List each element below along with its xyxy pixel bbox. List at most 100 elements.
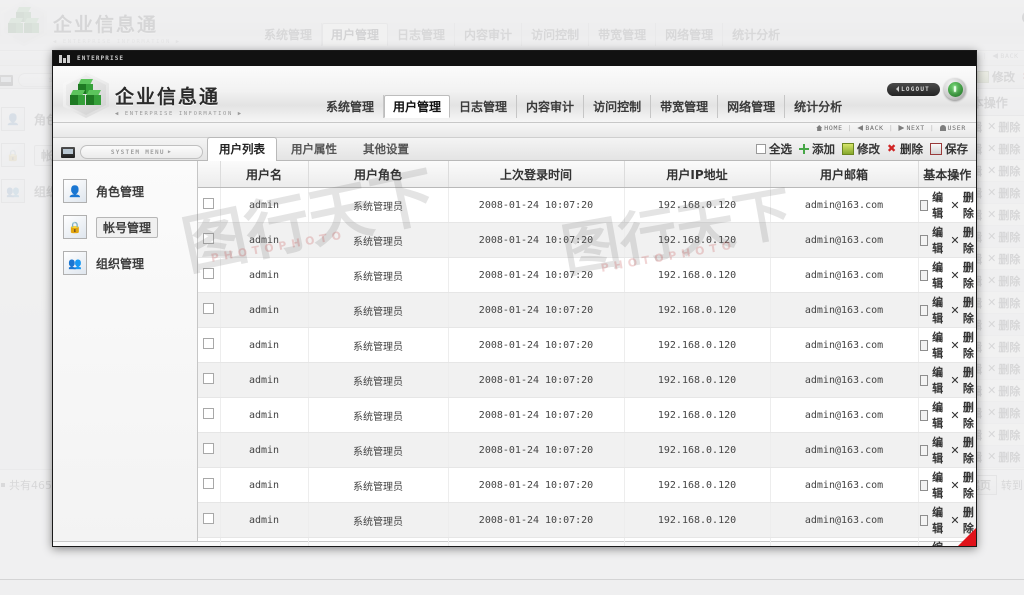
quicklink-user[interactable]: USER: [939, 124, 966, 132]
quicklink-home[interactable]: HOME: [816, 124, 842, 132]
row-checkbox-cell[interactable]: [198, 467, 221, 503]
row-checkbox[interactable]: [203, 303, 215, 314]
row-checkbox-cell[interactable]: [198, 537, 221, 546]
row-checkbox[interactable]: [203, 233, 215, 244]
row-checkbox[interactable]: [203, 408, 215, 419]
close-icon: ✕: [987, 362, 997, 375]
row-delete-button: ✕ 删除: [987, 450, 1021, 464]
row-delete-button[interactable]: ✕删除: [950, 224, 975, 256]
row-edit-button[interactable]: 编辑: [919, 329, 946, 361]
row-checkbox-cell[interactable]: [198, 257, 221, 293]
sidebar-item-organization[interactable]: 👥 组织管理: [53, 245, 197, 281]
row-checkbox[interactable]: [203, 338, 215, 349]
header-role[interactable]: 用户角色: [308, 161, 449, 188]
table-row[interactable]: admin系统管理员2008-01-24 10:07:20192.168.0.1…: [198, 362, 976, 398]
header-last-login[interactable]: 上次登录时间: [448, 161, 625, 188]
cell-role: 系统管理员: [308, 292, 449, 328]
row-edit-button[interactable]: 编辑: [919, 364, 946, 396]
row-checkbox-cell[interactable]: [198, 327, 221, 363]
nav-item-user: 用户管理: [322, 23, 389, 46]
row-delete-button[interactable]: ✕删除: [950, 329, 975, 361]
quicklink-next[interactable]: NEXT: [898, 124, 924, 132]
table-row[interactable]: admin系统管理员2008-01-24 10:07:20192.168.0.1…: [198, 432, 976, 468]
nav-item-user[interactable]: 用户管理: [384, 95, 451, 118]
table-row[interactable]: admin系统管理员2008-01-24 10:07:20192.168.0.1…: [198, 327, 976, 363]
row-checkbox-cell[interactable]: [198, 222, 221, 258]
row-checkbox[interactable]: [203, 373, 215, 384]
sidebar-item-account[interactable]: 🔒 帐号管理: [53, 209, 197, 245]
logout-button[interactable]: LOGOUT: [887, 82, 940, 96]
add-button[interactable]: 添加: [799, 141, 835, 157]
row-edit-button[interactable]: 编辑: [919, 224, 946, 256]
cell-operations: 编辑✕删除: [918, 292, 976, 328]
quicklink-back[interactable]: BACK: [857, 124, 883, 132]
cell-username: admin: [220, 362, 309, 398]
table-row[interactable]: admin系统管理员2008-01-24 10:07:20192.168.0.1…: [198, 397, 976, 433]
header-email[interactable]: 用户邮箱: [770, 161, 919, 188]
nav-item-bandwidth[interactable]: 带宽管理: [651, 95, 719, 118]
row-checkbox-cell[interactable]: [198, 362, 221, 398]
row-delete-button[interactable]: ✕删除: [950, 364, 975, 396]
row-delete-button[interactable]: ✕删除: [950, 189, 975, 221]
tab-user-list[interactable]: 用户列表: [207, 137, 277, 161]
modify-button[interactable]: 修改: [842, 141, 880, 157]
row-delete-button[interactable]: ✕删除: [950, 434, 975, 466]
nav-item-log[interactable]: 日志管理: [450, 95, 518, 118]
nav-item-access-control[interactable]: 访问控制: [584, 95, 652, 118]
row-checkbox-cell[interactable]: [198, 187, 221, 223]
row-edit-button[interactable]: 编辑: [919, 434, 946, 466]
organization-icon: 👥: [1, 179, 25, 203]
nav-item-content-audit[interactable]: 内容审计: [517, 95, 585, 118]
nav-item-system[interactable]: 系统管理: [317, 95, 385, 118]
row-edit-button[interactable]: 编辑: [919, 259, 946, 291]
select-all-checkbox[interactable]: [756, 144, 766, 154]
row-edit-button[interactable]: 编辑: [919, 399, 946, 431]
power-icon[interactable]: [944, 78, 966, 100]
row-checkbox-cell[interactable]: [198, 292, 221, 328]
row-checkbox[interactable]: [203, 513, 215, 524]
close-icon: ✕: [950, 303, 960, 317]
cell-operations: 编辑✕删除: [918, 397, 976, 433]
row-delete-button[interactable]: ✕删除: [950, 294, 975, 326]
row-delete-button: ✕ 删除: [987, 164, 1021, 178]
row-checkbox[interactable]: [203, 443, 215, 454]
row-checkbox[interactable]: [203, 198, 215, 209]
row-checkbox-cell[interactable]: [198, 397, 221, 433]
nav-item-statistics[interactable]: 统计分析: [785, 95, 851, 118]
table-row[interactable]: admin系统管理员2008-01-24 10:07:20192.168.0.1…: [198, 502, 976, 538]
nav-item-network[interactable]: 网络管理: [718, 95, 786, 118]
cell-username: admin: [220, 397, 309, 433]
table-row[interactable]: admin系统管理员2008-01-24 10:07:20192.168.0.1…: [198, 537, 976, 546]
row-delete-button[interactable]: ✕删除: [950, 259, 975, 291]
cell-username: admin: [220, 327, 309, 363]
system-menu-label[interactable]: SYSTEM MENU: [80, 145, 203, 159]
header-username[interactable]: 用户名: [220, 161, 309, 188]
header-ip[interactable]: 用户IP地址: [624, 161, 771, 188]
row-checkbox[interactable]: [203, 268, 215, 279]
pencil-icon: [842, 143, 854, 155]
select-all-control[interactable]: 全选: [756, 141, 792, 157]
tab-other-settings[interactable]: 其他设置: [351, 137, 421, 160]
table-row[interactable]: admin系统管理员2008-01-24 10:07:20192.168.0.1…: [198, 187, 976, 223]
account-lock-icon: 🔒: [1, 143, 25, 167]
row-checkbox-cell[interactable]: [198, 502, 221, 538]
row-checkbox[interactable]: [203, 478, 215, 489]
row-edit-button[interactable]: 编辑: [919, 469, 946, 501]
row-delete-button[interactable]: ✕删除: [950, 399, 975, 431]
sidebar-item-role[interactable]: 👤 角色管理: [53, 173, 197, 209]
row-edit-button[interactable]: 编辑: [919, 294, 946, 326]
row-checkbox-cell[interactable]: [198, 432, 221, 468]
close-icon: ✕: [987, 450, 997, 463]
table-row[interactable]: admin系统管理员2008-01-24 10:07:20192.168.0.1…: [198, 292, 976, 328]
table-row[interactable]: admin系统管理员2008-01-24 10:07:20192.168.0.1…: [198, 467, 976, 503]
select-all-label: 全选: [769, 142, 792, 156]
row-edit-button[interactable]: 编辑: [919, 189, 946, 221]
edit-icon: [919, 234, 928, 246]
system-menu-chip[interactable]: SYSTEM MENU: [61, 145, 203, 159]
row-delete-button[interactable]: ✕删除: [950, 469, 975, 501]
save-button[interactable]: 保存: [930, 141, 968, 157]
delete-button[interactable]: ✖ 删除: [887, 141, 923, 157]
table-row[interactable]: admin系统管理员2008-01-24 10:07:20192.168.0.1…: [198, 222, 976, 258]
tab-user-attributes[interactable]: 用户属性: [279, 137, 349, 160]
table-row[interactable]: admin系统管理员2008-01-24 10:07:20192.168.0.1…: [198, 257, 976, 293]
